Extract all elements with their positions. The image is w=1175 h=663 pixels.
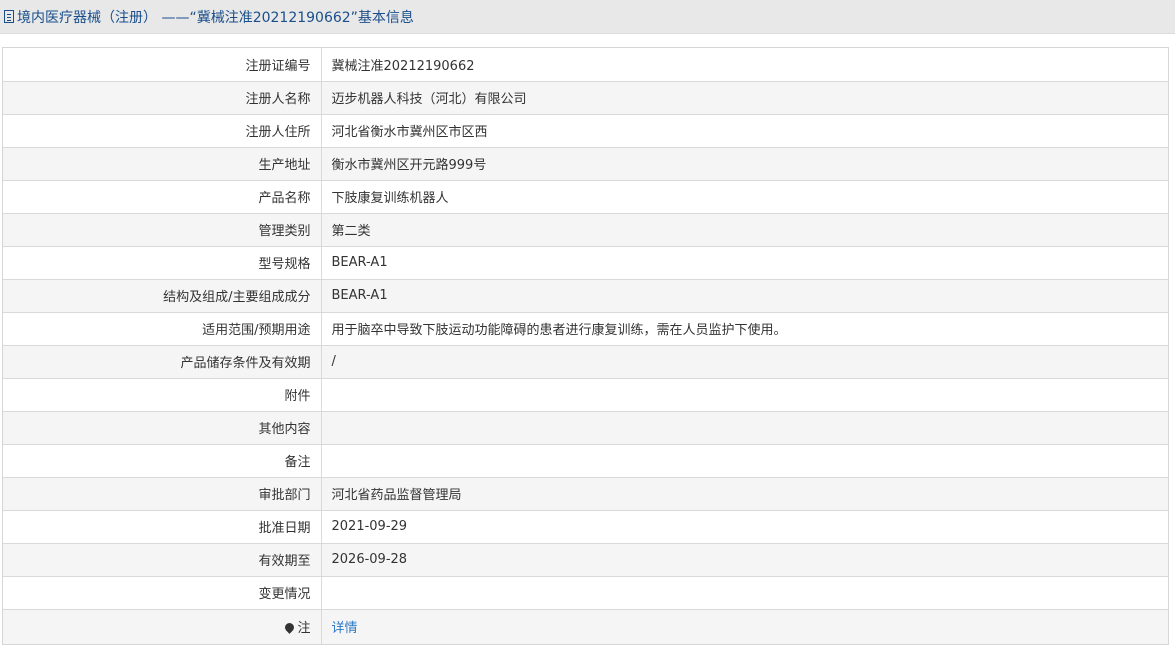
table-row: 注册人住所 河北省衡水市冀州区市区西 — [3, 114, 1168, 148]
row-label: 变更情况 — [3, 576, 322, 610]
table-row: 型号规格 BEAR-A1 — [3, 246, 1168, 280]
note-label: 注 — [297, 621, 311, 637]
table-row: 适用范围/预期用途 用于脑卒中导致下肢运动功能障碍的患者进行康复训练，需在人员监… — [3, 312, 1168, 346]
table-row: 注册人名称 迈步机器人科技（河北）有限公司 — [3, 81, 1168, 115]
table-row: 生产地址 衡水市冀州区开元路999号 — [3, 147, 1168, 181]
table-row: 产品名称 下肢康复训练机器人 — [3, 180, 1168, 214]
page-title: 境内医疗器械（注册） ——“冀械注准20212190662”基本信息 — [17, 9, 414, 26]
row-label: 批准日期 — [3, 510, 322, 544]
row-label: 审批部门 — [3, 477, 322, 511]
table-row: 备注 — [3, 444, 1168, 478]
pin-icon — [283, 621, 297, 635]
row-label: 型号规格 — [3, 246, 322, 280]
page-header: 境内医疗器械（注册） ——“冀械注准20212190662”基本信息 — [0, 0, 1175, 34]
row-label: 产品名称 — [3, 180, 322, 214]
row-value: BEAR-A1 — [321, 246, 1168, 280]
note-row: 注 详情 — [3, 609, 1168, 644]
table-row: 审批部门 河北省药品监督管理局 — [3, 477, 1168, 511]
row-value: 2021-09-29 — [321, 510, 1168, 544]
row-value: 衡水市冀州区开元路999号 — [321, 147, 1168, 181]
row-label: 备注 — [3, 444, 322, 478]
table-row: 附件 — [3, 378, 1168, 412]
table-row: 注册证编号 冀械注准20212190662 — [3, 48, 1168, 82]
row-label: 注册人住所 — [3, 114, 322, 148]
row-label: 适用范围/预期用途 — [3, 312, 322, 346]
row-value: 第二类 — [321, 213, 1168, 247]
details-link[interactable]: 详情 — [332, 621, 358, 636]
row-value: 2026-09-28 — [321, 543, 1168, 577]
row-label: 注册人名称 — [3, 81, 322, 115]
row-value: 冀械注准20212190662 — [321, 48, 1168, 82]
table-row: 其他内容 — [3, 411, 1168, 445]
table-row: 结构及组成/主要组成成分 BEAR-A1 — [3, 279, 1168, 313]
table-row: 产品储存条件及有效期 / — [3, 345, 1168, 379]
row-label: 产品储存条件及有效期 — [3, 345, 322, 379]
table-row: 管理类别 第二类 — [3, 213, 1168, 247]
row-label: 其他内容 — [3, 411, 322, 445]
info-table: 注册证编号 冀械注准20212190662 注册人名称 迈步机器人科技（河北）有… — [2, 47, 1169, 645]
row-value — [321, 444, 1168, 478]
row-label: 附件 — [3, 378, 322, 412]
row-label: 注册证编号 — [3, 48, 322, 82]
row-value: 迈步机器人科技（河北）有限公司 — [321, 81, 1168, 115]
note-label-cell: 注 — [3, 609, 322, 644]
note-value-cell: 详情 — [321, 609, 1168, 644]
row-value — [321, 378, 1168, 412]
row-value: BEAR-A1 — [321, 279, 1168, 313]
row-value: 下肢康复训练机器人 — [321, 180, 1168, 214]
document-icon — [4, 10, 14, 23]
row-value: / — [321, 345, 1168, 379]
row-value: 用于脑卒中导致下肢运动功能障碍的患者进行康复训练，需在人员监护下使用。 — [321, 312, 1168, 346]
row-value: 河北省药品监督管理局 — [321, 477, 1168, 511]
table-row: 有效期至 2026-09-28 — [3, 543, 1168, 577]
row-label: 生产地址 — [3, 147, 322, 181]
row-value — [321, 576, 1168, 610]
row-label: 有效期至 — [3, 543, 322, 577]
row-value: 河北省衡水市冀州区市区西 — [321, 114, 1168, 148]
table-row: 变更情况 — [3, 576, 1168, 610]
table-row: 批准日期 2021-09-29 — [3, 510, 1168, 544]
row-label: 管理类别 — [3, 213, 322, 247]
row-value — [321, 411, 1168, 445]
row-label: 结构及组成/主要组成成分 — [3, 279, 322, 313]
